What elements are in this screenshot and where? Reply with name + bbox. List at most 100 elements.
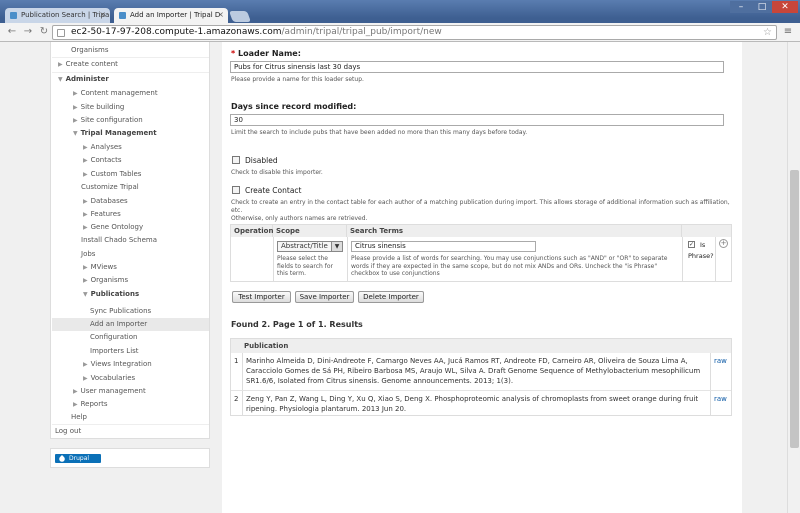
- wrench-menu-icon[interactable]: ≡: [782, 26, 794, 38]
- sidebar-item-reports[interactable]: ▶ Reports: [73, 398, 107, 411]
- save-importer-button[interactable]: Save Importer: [295, 291, 354, 303]
- collapsed-arrow-icon: ▶: [83, 224, 88, 231]
- sidebar-item-contacts[interactable]: ▶ Contacts: [83, 154, 122, 167]
- collapsed-arrow-icon: ▶: [73, 90, 78, 97]
- sidebar-item-vocabularies[interactable]: ▶ Vocabularies: [83, 372, 135, 385]
- days-modified-label: Days since record modified:: [231, 102, 357, 111]
- back-arrow-icon[interactable]: ←: [6, 26, 18, 38]
- search-term-input[interactable]: Citrus sinensis: [351, 241, 536, 252]
- sidebar-item-organisms[interactable]: Organisms: [71, 44, 109, 57]
- expanded-arrow-icon: ▼: [83, 291, 88, 298]
- page-scrollbar[interactable]: [787, 42, 800, 513]
- sidebar-item-user-management[interactable]: ▶ User management: [73, 385, 146, 398]
- days-modified-input[interactable]: 30: [230, 114, 724, 126]
- sidebar-item-add-an-importer[interactable]: Add an Importer: [52, 318, 209, 331]
- reload-icon[interactable]: ↻: [38, 26, 50, 38]
- search-criteria-table: Operation Scope Search Terms Abstract/Ti…: [230, 224, 732, 282]
- address-bar[interactable]: ec2-50-17-97-208.compute-1.amazonaws.com…: [52, 25, 777, 40]
- powered-by-drupal: Drupal: [50, 448, 210, 468]
- is-phrase-checkbox[interactable]: ✓: [688, 241, 695, 248]
- sidebar-item-site-configuration[interactable]: ▶ Site configuration: [73, 114, 143, 127]
- sidebar-item-content-management[interactable]: ▶ Content management: [73, 87, 158, 100]
- loader-name-description: Please provide a name for this loader se…: [231, 76, 364, 83]
- sidebar-item-administer[interactable]: ▼ Administer: [58, 73, 109, 86]
- sidebar-item-databases[interactable]: ▶ Databases: [83, 195, 128, 208]
- delete-importer-button[interactable]: Delete Importer: [358, 291, 424, 303]
- disabled-label: Disabled: [245, 156, 278, 165]
- sidebar-item-site-building[interactable]: ▶ Site building: [73, 101, 124, 114]
- browser-toolbar: ← → ↻ ec2-50-17-97-208.compute-1.amazona…: [0, 23, 800, 42]
- sidebar-item-importers-list[interactable]: Importers List: [90, 345, 139, 358]
- phrase-header: [682, 225, 731, 237]
- operation-header: Operation: [231, 225, 273, 237]
- sidebar-item-publications[interactable]: ▼ Publications: [83, 288, 139, 301]
- sidebar-item-create-content[interactable]: ▶ Create content: [58, 58, 118, 71]
- test-importer-button[interactable]: Test Importer: [232, 291, 291, 303]
- create-contact-checkbox[interactable]: [232, 186, 240, 194]
- sidebar-item-custom-tables[interactable]: ▶ Custom Tables: [83, 168, 141, 181]
- sidebar-item-tripal-management[interactable]: ▼ Tripal Management: [73, 127, 157, 140]
- publication-header: Publication: [231, 339, 731, 353]
- raw-link[interactable]: raw: [714, 395, 727, 403]
- scope-select[interactable]: Abstract/Title ▼: [277, 241, 343, 252]
- add-criteria-icon[interactable]: +: [719, 239, 728, 248]
- tab-add-importer[interactable]: Add an Importer | Tripal D ×: [114, 8, 228, 23]
- tripal-favicon-icon: [119, 12, 126, 19]
- table-row: 2 Zeng Y, Pan Z, Wang L, Ding Y, Xu Q, X…: [231, 391, 731, 416]
- page-viewport: Organisms ▶ Create content ▼ Administer ▶ C…: [0, 42, 800, 513]
- disabled-checkbox[interactable]: [232, 156, 240, 164]
- sidebar-item-customize-tripal[interactable]: Customize Tripal: [81, 181, 139, 194]
- results-table: Publication 1 Marinho Almeida D, Dini-An…: [230, 338, 732, 416]
- loader-name-input[interactable]: Pubs for Citrus sinensis last 30 days: [230, 61, 724, 73]
- publication-citation: Marinho Almeida D, Dini-Andreote F, Cama…: [246, 357, 701, 385]
- tab-publication-search[interactable]: Publication Search | Tripa ×: [5, 8, 110, 23]
- page-icon: [57, 29, 65, 37]
- forward-arrow-icon[interactable]: →: [22, 26, 34, 38]
- sidebar-item-organisms-sub[interactable]: ▶ Organisms: [83, 274, 128, 287]
- sidebar-item-help[interactable]: Help: [71, 411, 87, 424]
- tab-title: Add an Importer | Tripal D: [130, 11, 221, 19]
- sidebar-item-mviews[interactable]: ▶ MViews: [83, 261, 117, 274]
- sidebar-item-views-integration[interactable]: ▶ Views Integration: [83, 358, 152, 371]
- collapsed-arrow-icon: ▶: [73, 388, 78, 395]
- sidebar-item-sync-publications[interactable]: Sync Publications: [90, 305, 151, 318]
- close-window-icon[interactable]: ✕: [772, 1, 798, 13]
- sidebar-item-jobs[interactable]: Jobs: [81, 248, 95, 261]
- drupal-badge[interactable]: Drupal: [55, 454, 101, 463]
- close-tab-icon[interactable]: ×: [99, 10, 106, 19]
- sidebar-item-analyses[interactable]: ▶ Analyses: [83, 141, 122, 154]
- collapsed-arrow-icon: ▶: [73, 104, 78, 111]
- chevron-down-icon: ▼: [331, 242, 342, 251]
- sidebar-item-install-chado-schema[interactable]: Install Chado Schema: [81, 234, 157, 247]
- sidebar-item-configuration[interactable]: Configuration: [90, 331, 137, 344]
- new-tab-button[interactable]: [228, 11, 252, 22]
- drupal-drop-icon: [58, 455, 66, 463]
- table-row: 1 Marinho Almeida D, Dini-Andreote F, Ca…: [231, 353, 731, 391]
- url-path: /admin/tripal/tripal_pub/import/new: [281, 27, 442, 37]
- row-number: 2: [234, 395, 239, 403]
- minimize-icon[interactable]: –: [730, 1, 752, 13]
- search-terms-header: Search Terms: [347, 225, 682, 237]
- collapsed-arrow-icon: ▶: [83, 375, 88, 382]
- sidebar-item-log-out[interactable]: Log out: [55, 425, 81, 438]
- main-content: * Loader Name: Pubs for Citrus sinensis …: [222, 42, 742, 513]
- create-contact-label: Create Contact: [245, 186, 302, 195]
- sidebar-item-features[interactable]: ▶ Features: [83, 208, 121, 221]
- disabled-description: Check to disable this importer.: [231, 169, 323, 176]
- collapsed-arrow-icon: ▶: [83, 277, 88, 284]
- maximize-icon[interactable]: □: [752, 1, 772, 13]
- scope-description: Please select the fields to search for t…: [277, 255, 333, 277]
- sidebar-item-gene-ontology[interactable]: ▶ Gene Ontology: [83, 221, 143, 234]
- close-tab-icon[interactable]: ×: [217, 10, 224, 19]
- bookmark-star-icon[interactable]: ☆: [763, 26, 772, 39]
- collapsed-arrow-icon: ▶: [83, 157, 88, 164]
- expanded-arrow-icon: ▼: [73, 130, 78, 137]
- scrollbar-thumb[interactable]: [790, 170, 799, 448]
- tripal-favicon-icon: [10, 12, 17, 19]
- url-host: ec2-50-17-97-208.compute-1.amazonaws.com: [71, 27, 282, 37]
- raw-link[interactable]: raw: [714, 357, 727, 365]
- create-contact-description: Check to create an entry in the contact …: [231, 199, 730, 222]
- phrase-label: Phrase?: [688, 252, 714, 260]
- browser-window: Publication Search | Tripa × Add an Impo…: [0, 0, 800, 513]
- is-phrase-label: Is: [700, 241, 706, 249]
